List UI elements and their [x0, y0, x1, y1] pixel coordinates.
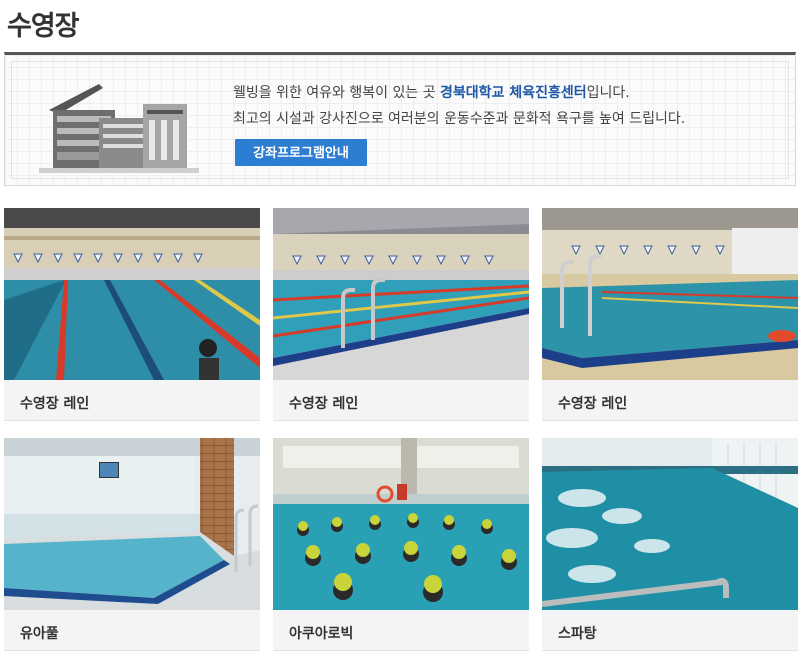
- facility-photo: [4, 208, 260, 380]
- facility-caption: 유아풀: [20, 626, 59, 642]
- intro-text-line2: 최고의 시설과 강사진으로 여러분의 운동수준과 문화적 욕구를 높여 드립니다…: [233, 111, 686, 127]
- facility-card-spa[interactable]: 스파탕: [542, 438, 798, 651]
- facility-caption: 수영장 레인: [289, 396, 359, 412]
- intro-text-prefix: 웰빙을 위한 여유와 행복이 있는 곳: [233, 85, 441, 101]
- facility-photo: [273, 208, 529, 380]
- facility-caption: 수영장 레인: [558, 396, 628, 412]
- program-guide-button[interactable]: 강좌프로그램안내: [235, 139, 367, 166]
- facility-photo: [4, 438, 260, 610]
- facility-caption: 아쿠아로빅: [289, 626, 354, 642]
- facility-photo: [542, 208, 798, 380]
- facility-photo: [542, 438, 798, 610]
- facility-caption: 스파탕: [558, 626, 597, 642]
- intro-text-suffix: 입니다.: [586, 85, 630, 101]
- facility-caption: 수영장 레인: [20, 396, 90, 412]
- page-title: 수영장: [7, 11, 80, 42]
- facility-photo: [273, 438, 529, 610]
- building-illustration: [39, 84, 199, 173]
- facility-card-pool-lane-2[interactable]: 수영장 레인: [273, 208, 529, 421]
- facility-card-aquarobics[interactable]: 아쿠아로빅: [273, 438, 529, 651]
- center-name: 경북대학교 체육진흥센터: [440, 85, 587, 101]
- facility-card-kids-pool[interactable]: 유아풀: [4, 438, 260, 651]
- facility-card-pool-lane-3[interactable]: 수영장 레인: [542, 208, 798, 421]
- intro-banner: 웰빙을 위한 여유와 행복이 있는 곳 경북대학교 체육진흥센터입니다. 최고의…: [4, 52, 796, 186]
- facility-card-pool-lane-1[interactable]: 수영장 레인: [4, 208, 260, 421]
- intro-text-line1: 웰빙을 위한 여유와 행복이 있는 곳 경북대학교 체육진흥센터입니다.: [233, 82, 630, 102]
